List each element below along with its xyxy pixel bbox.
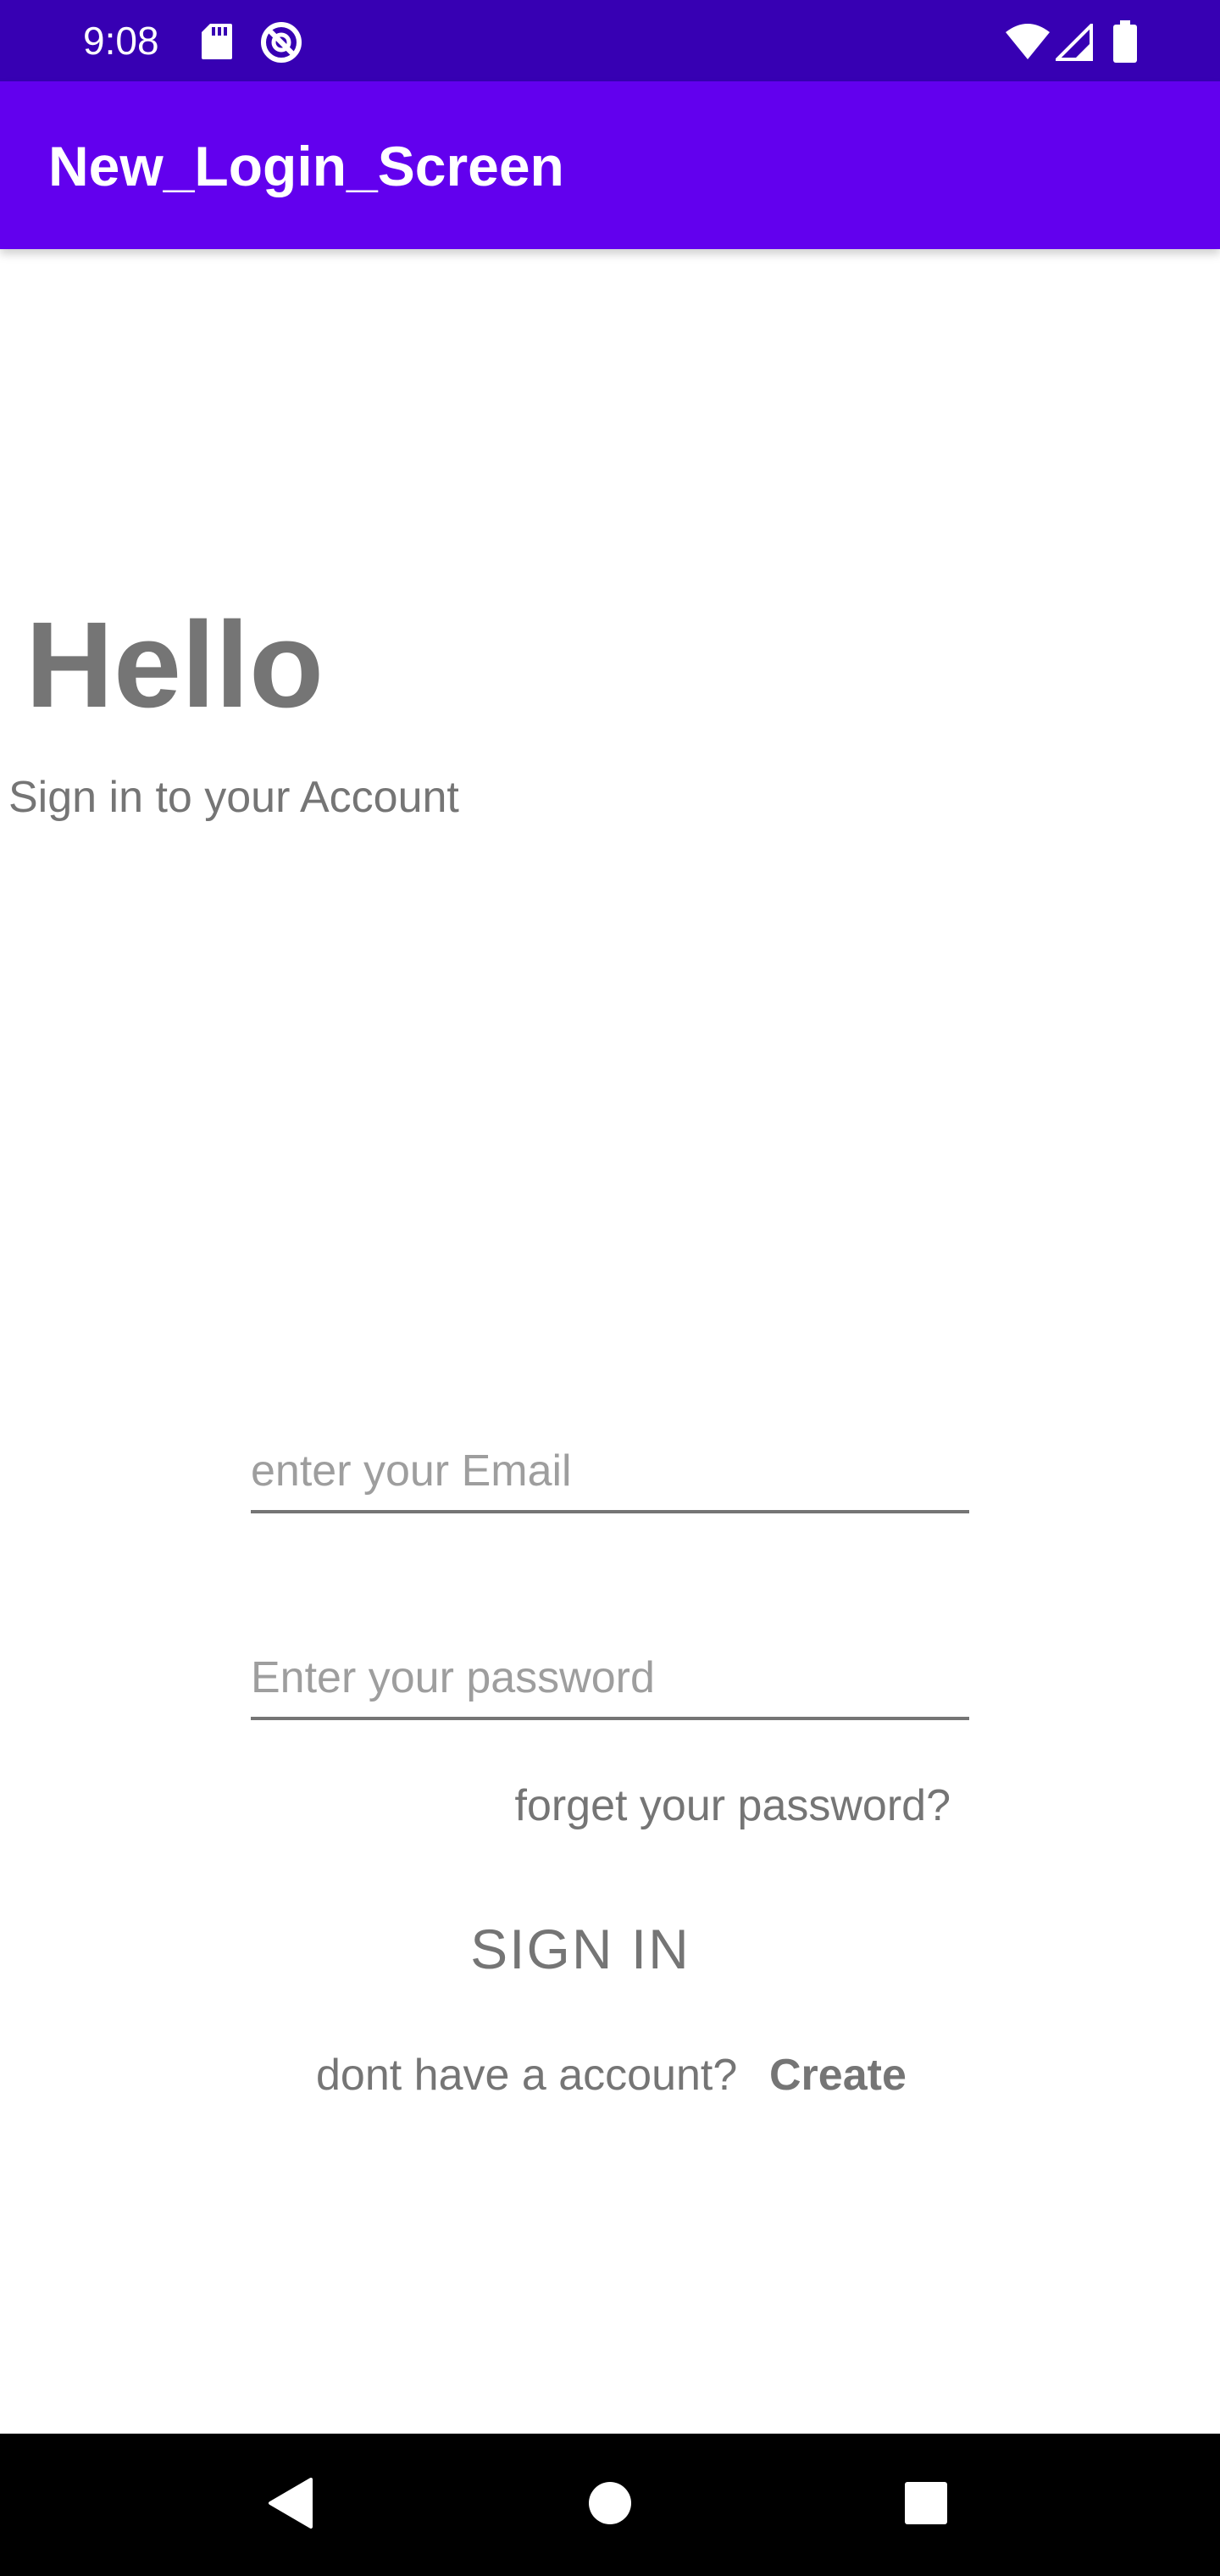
wifi-icon xyxy=(1005,24,1051,65)
home-button[interactable] xyxy=(542,2434,678,2576)
hello-heading: Hello xyxy=(25,597,324,733)
data-saver-icon xyxy=(259,20,303,69)
cell-signal-icon xyxy=(1053,21,1093,65)
app-bar: New_Login_Screen xyxy=(0,81,1220,249)
password-field[interactable] xyxy=(251,1639,969,1720)
signin-subtitle: Sign in to your Account xyxy=(8,773,459,822)
status-time: 9:08 xyxy=(83,19,159,63)
no-account-text: dont have a account? xyxy=(316,2051,738,2100)
forgot-password-link[interactable]: forget your password? xyxy=(515,1779,951,1832)
email-field[interactable] xyxy=(251,1432,969,1513)
back-icon xyxy=(267,2477,314,2533)
create-account-link[interactable]: Create xyxy=(769,2049,907,2101)
sd-card-icon xyxy=(200,22,234,65)
login-screen: 9:08 New_Login_Screen Hello Sign in to y… xyxy=(0,0,1220,2576)
navigation-bar xyxy=(0,2434,1220,2576)
back-button[interactable] xyxy=(223,2434,358,2576)
status-bar: 9:08 xyxy=(0,0,1220,81)
app-title: New_Login_Screen xyxy=(48,135,564,197)
home-icon xyxy=(588,2481,632,2529)
battery-icon xyxy=(1113,20,1137,67)
recents-icon xyxy=(904,2481,948,2529)
recents-button[interactable] xyxy=(858,2434,994,2576)
sign-in-button[interactable]: SIGN IN xyxy=(390,1907,771,1991)
